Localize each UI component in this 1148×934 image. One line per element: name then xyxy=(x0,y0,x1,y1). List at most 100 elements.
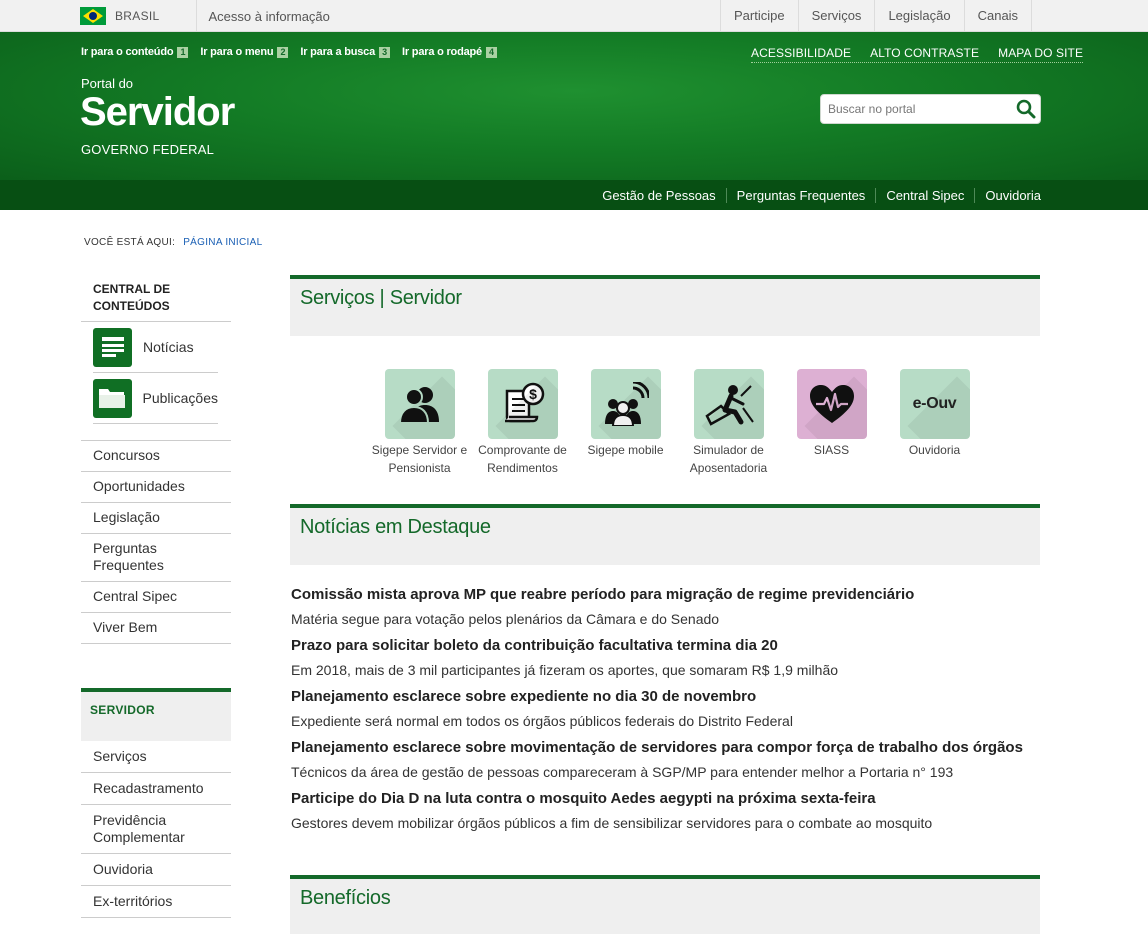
service-siass[interactable]: SIASS xyxy=(780,369,883,477)
news-title-link[interactable]: Comissão mista aprova MP que reabre perí… xyxy=(291,585,1041,605)
sidebar-item-label: Publicações xyxy=(142,390,219,406)
news-summary: Técnicos da área de gestão de pessoas co… xyxy=(291,764,954,780)
sidebar-item-ouvidoria[interactable]: Ouvidoria xyxy=(81,854,231,886)
gov-link-servicos[interactable]: Serviços xyxy=(797,0,875,32)
skip-to-footer-link[interactable]: Ir para o rodapé 4 xyxy=(402,46,497,58)
news-summary: Em 2018, mais de 3 mil participantes já … xyxy=(291,662,839,678)
site-title[interactable]: Servidor xyxy=(80,90,235,135)
sidebar-item-noticias[interactable]: Notícias xyxy=(93,322,218,373)
skip-key: 1 xyxy=(177,46,189,58)
breadcrumb: VOCÊ ESTÁ AQUI: PÁGINA INICIAL xyxy=(84,237,262,248)
sidebar-item-oportunidades[interactable]: Oportunidades xyxy=(81,472,231,503)
sidebar-item-concursos[interactable]: Concursos xyxy=(81,441,231,472)
news-summary: Expediente será normal em todos os órgão… xyxy=(291,713,793,729)
news-heading: Notícias em Destaque xyxy=(300,516,491,538)
sidebar-heading-central: CENTRAL DE CONTEÚDOS xyxy=(81,276,231,322)
services-section-header: Serviços | Servidor xyxy=(290,275,1040,336)
breadcrumb-prefix: VOCÊ ESTÁ AQUI: xyxy=(84,237,176,248)
service-tile xyxy=(590,369,661,439)
sidebar-item-viver-bem[interactable]: Viver Bem xyxy=(81,613,231,644)
sidebar-item-servicos[interactable]: Serviços xyxy=(81,741,231,773)
news-title-link[interactable]: Planejamento esclarece sobre expediente … xyxy=(291,687,1041,707)
site-header: Ir para o conteúdo 1 Ir para o menu 2 Ir p… xyxy=(0,32,1148,180)
sidebar-heading-servidor: SERVIDOR xyxy=(81,688,231,741)
sidebar-item-ex-territorios[interactable]: Ex-territórios xyxy=(81,886,231,918)
site-subtitle: GOVERNO FEDERAL xyxy=(81,142,215,157)
sidebar-links: Concursos Oportunidades Legislação Pergu… xyxy=(81,440,231,644)
menu-perguntas-frequentes[interactable]: Perguntas Frequentes xyxy=(725,187,876,203)
service-label: Simulador de Aposentadoria xyxy=(689,443,768,475)
menu-central-sipec[interactable]: Central Sipec xyxy=(875,187,974,203)
brasil-link[interactable]: BRASIL xyxy=(115,9,160,23)
sidebar-item-previdencia-complementar[interactable]: Previdência Complementar xyxy=(81,805,231,854)
main-menu-bar: Gestão de Pessoas Perguntas Frequentes C… xyxy=(0,180,1148,210)
acesso-informacao-link[interactable]: Acesso à informação xyxy=(209,9,330,24)
service-sigepe-mobile[interactable]: Sigepe mobile xyxy=(574,369,677,477)
brazil-flag-icon[interactable] xyxy=(80,7,106,25)
news-item: Prazo para solicitar boleto da contribui… xyxy=(291,636,1041,680)
news-list: Comissão mista aprova MP que reabre perí… xyxy=(291,585,1041,840)
news-title-link[interactable]: Planejamento esclarece sobre movimentaçã… xyxy=(291,738,1041,758)
sidebar-item-central-sipec[interactable]: Central Sipec xyxy=(81,582,231,613)
gov-top-bar: BRASIL Acesso à informação Participe Ser… xyxy=(0,0,1148,32)
menu-gestao-de-pessoas[interactable]: Gestão de Pessoas xyxy=(592,188,725,203)
gov-link-legislacao[interactable]: Legislação xyxy=(874,0,963,32)
service-label: Sigepe mobile xyxy=(587,443,664,457)
news-summary: Matéria segue para votação pelos plenári… xyxy=(291,611,720,627)
service-tile xyxy=(796,369,867,439)
accessibility-link[interactable]: ACESSIBILIDADE xyxy=(751,46,851,60)
service-tile: $ xyxy=(487,369,558,439)
skip-to-menu-link[interactable]: Ir para o menu 2 xyxy=(200,46,289,58)
site-map-link[interactable]: MAPA DO SITE xyxy=(998,46,1083,60)
high-contrast-link[interactable]: ALTO CONTRASTE xyxy=(870,46,979,60)
gov-link-canais[interactable]: Canais xyxy=(963,0,1033,32)
sidebar: CENTRAL DE CONTEÚDOS Notícias Publicaçõe… xyxy=(81,276,231,918)
menu-ouvidoria[interactable]: Ouvidoria xyxy=(974,187,1041,203)
skip-label: Ir para o menu xyxy=(200,46,274,58)
service-tile xyxy=(384,369,455,439)
skip-key: 3 xyxy=(379,46,391,58)
site-title-prefix[interactable]: Portal do xyxy=(81,76,133,91)
divider xyxy=(195,0,197,32)
services-heading: Serviços | Servidor xyxy=(300,287,462,309)
news-item: Participe do Dia D na luta contra o mosq… xyxy=(291,789,1041,833)
service-simulador-aposentadoria[interactable]: Simulador de Aposentadoria xyxy=(677,369,780,477)
search-button[interactable] xyxy=(1016,99,1036,119)
service-comprovante-rendimentos[interactable]: $ Comprovante de Rendimentos xyxy=(471,369,574,477)
service-label: Ouvidoria xyxy=(908,443,961,457)
main-menu: Gestão de Pessoas Perguntas Frequentes C… xyxy=(592,180,1041,210)
service-tile: e-Ouv xyxy=(899,369,970,439)
service-ouvidoria[interactable]: e-Ouv Ouvidoria xyxy=(883,369,986,477)
service-label: SIASS xyxy=(813,443,850,457)
service-label: Comprovante de Rendimentos xyxy=(478,443,567,475)
sidebar-item-legislacao[interactable]: Legislação xyxy=(81,503,231,534)
skip-label: Ir para o rodapé xyxy=(402,46,482,58)
news-item: Planejamento esclarece sobre expediente … xyxy=(291,687,1041,731)
sidebar-item-label: Notícias xyxy=(143,339,194,355)
gov-nav: Participe Serviços Legislação Canais xyxy=(720,0,1033,32)
news-summary: Gestores devem mobilizar órgãos públicos… xyxy=(291,815,933,831)
news-section-header: Notícias em Destaque xyxy=(290,504,1040,565)
sidebar-servidor-links: Serviços Recadastramento Previdência Com… xyxy=(81,741,231,918)
benefits-section-header: Benefícios xyxy=(290,875,1040,934)
gov-brasil-group: BRASIL Acesso à informação xyxy=(80,0,330,32)
news-icon xyxy=(93,327,132,367)
sidebar-item-perguntas-frequentes[interactable]: Perguntas Frequentes xyxy=(81,534,231,582)
skip-to-search-link[interactable]: Ir para a busca 3 xyxy=(300,46,391,58)
search-input[interactable] xyxy=(821,95,1001,123)
service-label: Sigepe Servidor e Pensionista xyxy=(371,443,468,475)
skip-links: Ir para o conteúdo 1 Ir para o menu 2 Ir p… xyxy=(81,46,509,58)
news-title-link[interactable]: Participe do Dia D na luta contra o mosq… xyxy=(291,789,1041,809)
news-title-link[interactable]: Prazo para solicitar boleto da contribui… xyxy=(291,636,1041,656)
sidebar-item-recadastramento[interactable]: Recadastramento xyxy=(81,773,231,805)
sidebar-item-publicacoes[interactable]: Publicações xyxy=(93,373,218,424)
gov-link-participe[interactable]: Participe xyxy=(720,0,798,32)
service-sigepe-servidor[interactable]: Sigepe Servidor e Pensionista xyxy=(368,369,471,477)
news-item: Comissão mista aprova MP que reabre perí… xyxy=(291,585,1041,629)
folder-icon xyxy=(93,378,132,418)
news-item: Planejamento esclarece sobre movimentaçã… xyxy=(291,738,1041,782)
skip-to-content-link[interactable]: Ir para o conteúdo 1 xyxy=(81,46,189,58)
breadcrumb-home-link[interactable]: PÁGINA INICIAL xyxy=(183,237,262,248)
skip-key: 2 xyxy=(277,46,289,58)
skip-label: Ir para o conteúdo xyxy=(81,46,174,58)
